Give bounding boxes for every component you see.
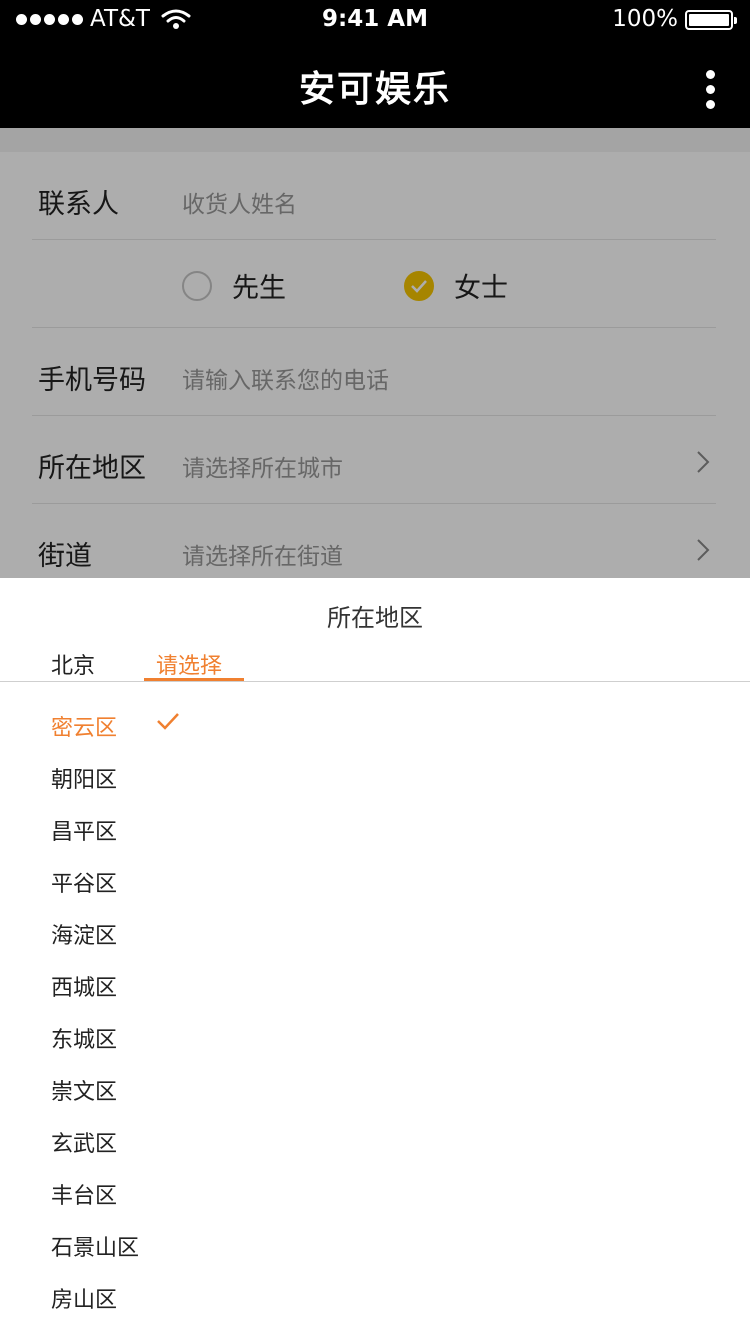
status-bar: AT&T 9:41 AM 100%: [0, 0, 750, 40]
region-picker-sheet: 所在地区 北京 请选择 密云区 朝阳区 昌平区 平谷区 海淀区 西城区 东城区 …: [0, 578, 750, 1334]
district-item[interactable]: 房山区: [51, 1282, 117, 1314]
district-item[interactable]: 平谷区: [51, 866, 117, 898]
district-item[interactable]: 西城区: [51, 970, 117, 1002]
battery-icon: [685, 10, 737, 30]
district-item[interactable]: 昌平区: [51, 814, 117, 846]
more-options-icon[interactable]: [704, 70, 716, 109]
checkmark-icon: [157, 713, 179, 730]
district-item[interactable]: 玄武区: [51, 1126, 117, 1158]
district-item[interactable]: 丰台区: [51, 1178, 117, 1210]
tab-divider: [0, 681, 750, 682]
picker-title: 所在地区: [327, 604, 423, 632]
tab-please-select[interactable]: 请选择: [156, 648, 222, 680]
district-item[interactable]: 崇文区: [51, 1074, 117, 1106]
battery-percentage: 100%: [612, 6, 678, 32]
district-item[interactable]: 海淀区: [51, 918, 117, 950]
navigation-bar: 安可娱乐: [0, 40, 750, 128]
app-title: 安可娱乐: [298, 69, 451, 110]
district-item[interactable]: 朝阳区: [51, 762, 117, 794]
district-item[interactable]: 东城区: [51, 1022, 117, 1054]
modal-overlay[interactable]: [0, 128, 750, 578]
district-item-selected[interactable]: 密云区: [51, 710, 117, 742]
district-item[interactable]: 石景山区: [51, 1230, 139, 1262]
tab-beijing[interactable]: 北京: [51, 648, 95, 680]
